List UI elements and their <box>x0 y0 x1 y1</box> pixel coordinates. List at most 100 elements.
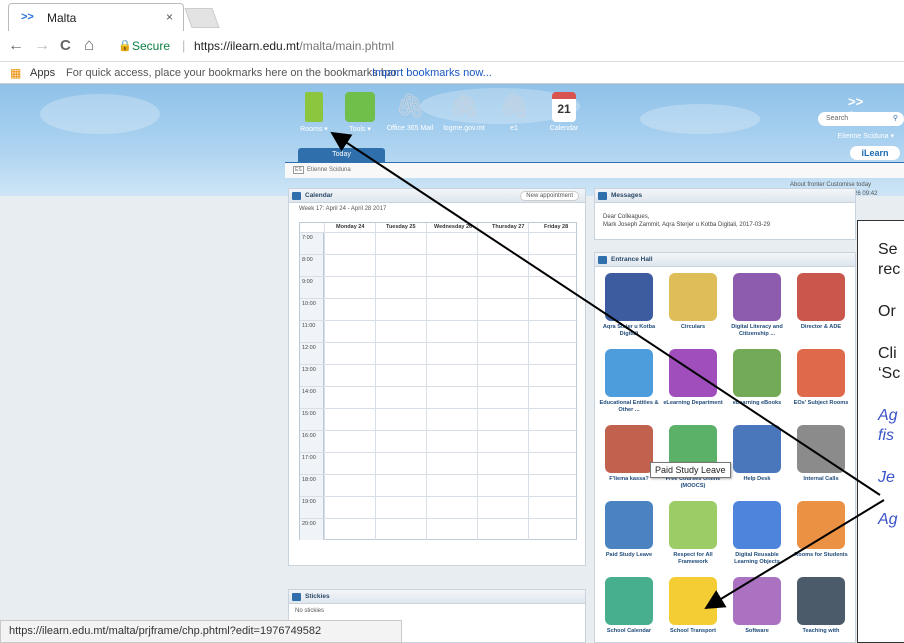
entrance-hall-item[interactable]: School Calendar <box>597 577 661 635</box>
room-thumbnail-icon <box>797 273 845 321</box>
hour-row-line <box>300 298 578 299</box>
hour-row-line <box>300 232 578 233</box>
hour-label: 18:00 <box>302 477 316 483</box>
entrance-hall-item[interactable]: Digital Literacy and Citizenship ... <box>725 273 789 338</box>
url-host: https://ilearn.edu.mt <box>194 39 300 53</box>
browser-tab-bar: >> Malta × <box>0 0 904 32</box>
entrance-hall-title: Entrance Hall <box>611 256 653 263</box>
entrance-hall-item[interactable]: eLearning Department <box>661 349 725 407</box>
hour-label: 10:00 <box>302 301 316 307</box>
paperclip-icon: 🖇 <box>395 93 426 120</box>
entrance-hall-item[interactable]: Help Desk <box>725 425 789 483</box>
day-header: Thursday 27 <box>492 224 525 230</box>
room-thumbnail-icon <box>797 425 845 473</box>
apps-grid-icon[interactable]: ▦ <box>10 66 21 80</box>
hour-label: 13:00 <box>302 367 316 373</box>
tools-label: Tools ▾ <box>349 126 371 133</box>
breadcrumb-user: Etienne Sciduna <box>307 167 351 173</box>
entrance-hall-item[interactable]: Internal Calls <box>789 425 853 483</box>
logme-link[interactable]: 🖇 logme.gov.mt <box>438 92 490 132</box>
grid-divider <box>528 223 529 540</box>
calendar-link[interactable]: 21 Calendar <box>538 92 590 132</box>
calendar-grid[interactable]: Monday 24 Tuesday 25 Wednesday 26 Thursd… <box>299 222 578 540</box>
grid-divider <box>324 223 325 540</box>
room-thumbnail-icon <box>669 577 717 625</box>
secure-label: Secure <box>132 39 171 53</box>
search-input[interactable]: Search ⚲ <box>818 112 904 126</box>
stickies-title: Stickies <box>305 593 330 600</box>
search-placeholder: Search <box>826 115 849 122</box>
status-bar-url: https://ilearn.edu.mt/malta/prjframe/chp… <box>0 620 402 643</box>
rooms-menu[interactable]: Rooms ▾ <box>288 92 340 133</box>
entrance-hall-item[interactable]: Circulars <box>661 273 725 331</box>
entrance-hall-item[interactable]: Respect for All Framework <box>661 501 725 566</box>
hour-label: 9:00 <box>302 279 313 285</box>
callout-line: Je <box>878 469 895 486</box>
hour-row-line <box>300 518 578 519</box>
instruction-callout: Se rec Or Cli ‘Sc Ag fis Je Ag <box>857 220 904 643</box>
entrance-hall-item[interactable]: Director & ADE <box>789 273 853 331</box>
logme-label: logme.gov.mt <box>443 125 485 132</box>
hour-label: 8:00 <box>302 257 313 263</box>
tools-menu[interactable]: Tools ▾ <box>334 92 386 133</box>
new-appointment-button[interactable]: New appointment <box>520 191 579 201</box>
room-thumbnail-icon <box>669 501 717 549</box>
e1-link[interactable]: 🖇 e1 <box>488 92 540 132</box>
ilearn-button[interactable]: iLearn <box>850 146 900 160</box>
url-text: https://ilearn.edu.mt/malta/main.phtml <box>194 39 394 53</box>
entrance-hall-item[interactable]: Digital Reusable Learning Objects <box>725 501 789 566</box>
e1-label: e1 <box>510 125 518 132</box>
entrance-hall-item[interactable]: Paid Study Leave <box>597 501 661 559</box>
hour-row-line <box>300 496 578 497</box>
entrance-hall-item[interactable]: Rooms for Students <box>789 501 853 559</box>
new-tab-button[interactable] <box>184 8 220 28</box>
door-icon <box>305 92 323 122</box>
cloud-decoration <box>40 94 160 134</box>
room-label: Rooms for Students <box>794 552 848 558</box>
entrance-hall-item[interactable]: School Transport <box>661 577 725 635</box>
entrance-hall-item[interactable]: Aqra Stejer u Kotba Digitali <box>597 273 661 338</box>
home-icon[interactable]: ⌂ <box>84 35 94 55</box>
stickies-panel-header: Stickies <box>289 590 585 604</box>
room-label: Educational Entities & Other ... <box>599 400 659 413</box>
day-header: Friday 28 <box>544 224 569 230</box>
week-label: Week 17: April 24 - April 28 2017 <box>299 206 387 212</box>
import-bookmarks-link[interactable]: Import bookmarks now... <box>372 67 492 79</box>
room-label: eLearning eBooks <box>732 400 782 406</box>
message-item[interactable]: Dear Colleagues, Mark Joseph Zammit, Aqr… <box>595 203 855 239</box>
tab-today[interactable]: Today <box>298 148 385 162</box>
entrance-hall-item[interactable]: Teaching with <box>789 577 853 635</box>
apps-link[interactable]: Apps <box>30 67 55 79</box>
messages-icon <box>598 192 607 200</box>
stickies-icon <box>292 593 301 601</box>
reload-icon[interactable]: C <box>60 37 71 54</box>
entrance-hall-item[interactable]: Free Courses Online (MOOCS) <box>661 425 725 490</box>
entrance-hall-item[interactable]: eLearning eBooks <box>725 349 789 407</box>
entrance-hall-item[interactable]: Software <box>725 577 789 635</box>
close-icon[interactable]: × <box>166 10 173 24</box>
room-label: Paid Study Leave <box>605 552 653 558</box>
browser-tab[interactable]: >> Malta × <box>8 3 184 31</box>
search-icon[interactable]: ⚲ <box>893 114 898 122</box>
calendar-label: Calendar <box>549 125 579 132</box>
room-label: Teaching with <box>802 628 840 634</box>
callout-line: Or <box>878 303 896 320</box>
calendar-panel: Calendar New appointment Week 17: April … <box>288 188 586 566</box>
room-thumbnail-icon <box>797 349 845 397</box>
room-thumbnail-icon <box>733 349 781 397</box>
back-icon[interactable]: ← <box>8 37 24 55</box>
entrance-hall-item[interactable]: EOs' Subject Rooms <box>789 349 853 407</box>
edit-icon[interactable]: ES <box>293 166 304 174</box>
rooms-label: Rooms ▾ <box>300 126 328 133</box>
paperclip-icon: 🖇 <box>499 93 530 120</box>
callout-line: Ag <box>878 407 898 424</box>
room-thumbnail-icon <box>605 501 653 549</box>
url-separator: | <box>182 38 186 53</box>
url-input[interactable]: 🔒 Secure | https://ilearn.edu.mt/malta/m… <box>110 36 904 58</box>
forward-icon[interactable]: → <box>34 37 50 55</box>
hour-row-line <box>300 320 578 321</box>
user-menu[interactable]: Etienne Sciduna ▾ <box>810 132 904 140</box>
room-thumbnail-icon <box>733 273 781 321</box>
entrance-hall-item[interactable]: Educational Entities & Other ... <box>597 349 661 414</box>
office365-link[interactable]: 🖇 Office 365 Mail <box>384 92 436 132</box>
